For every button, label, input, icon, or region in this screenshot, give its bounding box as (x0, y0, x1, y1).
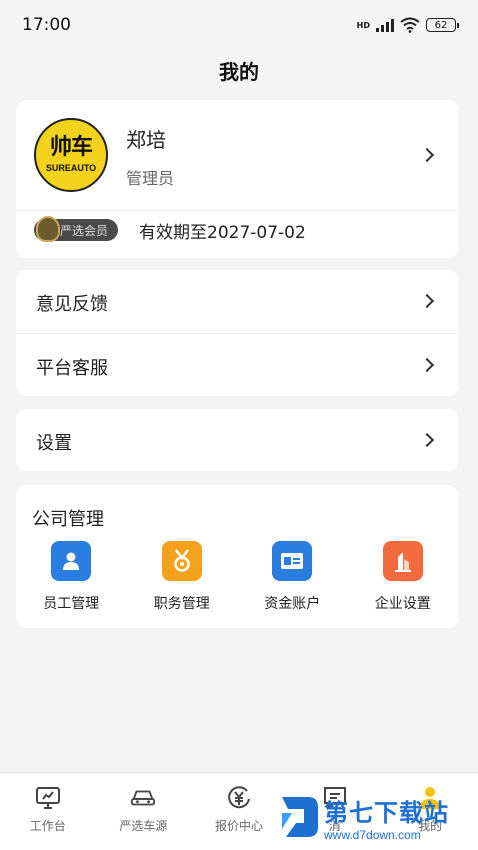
tab-selected-cars[interactable]: 严选车源 (96, 773, 192, 850)
monitor-icon (35, 785, 61, 811)
company-item-positions[interactable]: 职务管理 (127, 541, 238, 613)
vip-badge: 严选会员 (34, 216, 119, 242)
profile-card[interactable]: 帅车 SUREAUTO 郑培 管理员 严选会员 有效期至2027-07-02 (16, 100, 458, 258)
company-item-staff[interactable]: 员工管理 (16, 541, 127, 613)
watermark: 第七下载站 www.d7down.com (278, 788, 474, 846)
vip-crest-icon (36, 216, 60, 242)
battery-icon: 62 (426, 18, 459, 32)
company-item-label: 资金账户 (264, 596, 321, 612)
car-icon (130, 785, 156, 811)
status-bar: 17:00 HD 62 (0, 0, 478, 50)
user-role: 管理员 (126, 169, 175, 188)
menu-item-label: 设置 (36, 433, 72, 454)
medal-icon (161, 541, 202, 581)
wifi-icon (400, 17, 420, 33)
status-time: 17:00 (22, 15, 71, 35)
company-item-label: 员工管理 (43, 596, 100, 612)
signal-icon (376, 18, 394, 32)
company-item-enterprise-settings[interactable]: 企业设置 (348, 541, 459, 613)
menu-item-settings[interactable]: 设置 (16, 409, 458, 472)
divider (16, 210, 458, 211)
chevron-right-icon (419, 357, 435, 373)
menu-item-feedback[interactable]: 意见反馈 (16, 270, 458, 333)
menu-item-label: 平台客服 (36, 358, 108, 379)
menu-item-label: 意见反馈 (36, 294, 108, 315)
vip-expire-date: 有效期至2027-07-02 (139, 223, 306, 243)
avatar: 帅车 SUREAUTO (34, 118, 108, 192)
user-icon (51, 541, 92, 581)
tab-workbench[interactable]: 工作台 (0, 773, 96, 850)
chevron-right-icon (419, 147, 435, 163)
tab-label: 工作台 (29, 819, 66, 833)
tab-label: 报价中心 (214, 819, 263, 833)
chevron-right-icon (419, 293, 435, 309)
watermark-logo-icon (282, 797, 318, 837)
building-icon (382, 541, 423, 581)
status-icons: HD 62 (356, 17, 459, 33)
user-name: 郑培 (126, 128, 166, 152)
menu-item-customer-service[interactable]: 平台客服 (16, 333, 458, 396)
company-item-label: 职务管理 (153, 596, 210, 612)
company-item-funds-account[interactable]: 资金账户 (237, 541, 348, 613)
company-grid: 员工管理 职务管理 资金账户 企业设置 (16, 541, 458, 613)
watermark-title: 第七下载站 (324, 798, 449, 827)
company-section-title: 公司管理 (32, 509, 104, 530)
card-icon (272, 541, 313, 581)
tab-quote-center[interactable]: 报价中心 (191, 773, 287, 850)
menu-group-support: 意见反馈 平台客服 (16, 270, 458, 396)
tab-label: 严选车源 (119, 819, 168, 833)
company-item-label: 企业设置 (374, 596, 431, 612)
network-label: HD (356, 20, 370, 30)
avatar-brand-mark: 帅车 (49, 135, 93, 160)
company-management-card: 公司管理 员工管理 职务管理 资金账户 企业设置 (16, 485, 458, 628)
avatar-brand-text: SUREAUTO (45, 163, 97, 173)
page-title: 我的 (219, 60, 259, 84)
watermark-url: www.d7down.com (324, 827, 421, 842)
yuan-icon (226, 785, 252, 811)
menu-group-settings: 设置 (16, 409, 458, 471)
chevron-right-icon (419, 432, 435, 448)
vip-label: 严选会员 (60, 223, 109, 238)
battery-level: 62 (434, 19, 448, 31)
